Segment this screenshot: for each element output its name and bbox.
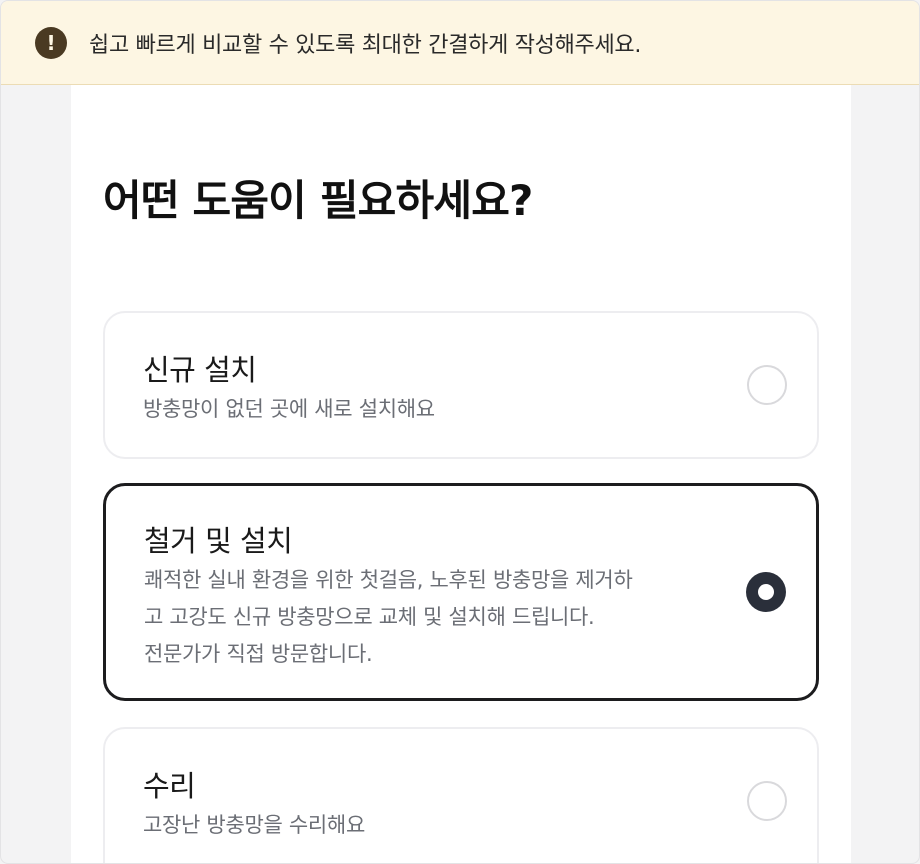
content-panel: 어떤 도움이 필요하세요? 신규 설치 방충망이 없던 곳에 새로 설치해요 철… [71, 85, 851, 863]
notice-banner: ! 쉽고 빠르게 비교할 수 있도록 최대한 간결하게 작성해주세요. [1, 1, 919, 85]
app-frame: ! 쉽고 빠르게 비교할 수 있도록 최대한 간결하게 작성해주세요. 어떤 도… [0, 0, 920, 864]
option-new-install[interactable]: 신규 설치 방충망이 없던 곳에 새로 설치해요 [103, 311, 819, 459]
radio-new-install[interactable] [747, 365, 787, 405]
notice-text: 쉽고 빠르게 비교할 수 있도록 최대한 간결하게 작성해주세요. [89, 32, 642, 58]
page-title: 어떤 도움이 필요하세요? [103, 176, 533, 225]
option-title: 수리 [143, 769, 196, 803]
option-remove-and-install[interactable]: 철거 및 설치 쾌적한 실내 환경을 위한 첫걸음, 노후된 방충망을 제거하 … [103, 483, 819, 701]
option-description: 쾌적한 실내 환경을 위한 첫걸음, 노후된 방충망을 제거하 고 고강도 신규… [144, 568, 633, 666]
option-description: 고장난 방충망을 수리해요 [143, 813, 365, 837]
option-description: 방충망이 없던 곳에 새로 설치해요 [143, 397, 435, 421]
option-repair[interactable]: 수리 고장난 방충망을 수리해요 [103, 727, 819, 863]
option-title: 신규 설치 [143, 353, 257, 387]
exclamation-icon: ! [35, 26, 67, 59]
option-title: 철거 및 설치 [144, 524, 293, 558]
radio-repair[interactable] [747, 781, 787, 821]
radio-remove-and-install[interactable] [746, 572, 786, 612]
